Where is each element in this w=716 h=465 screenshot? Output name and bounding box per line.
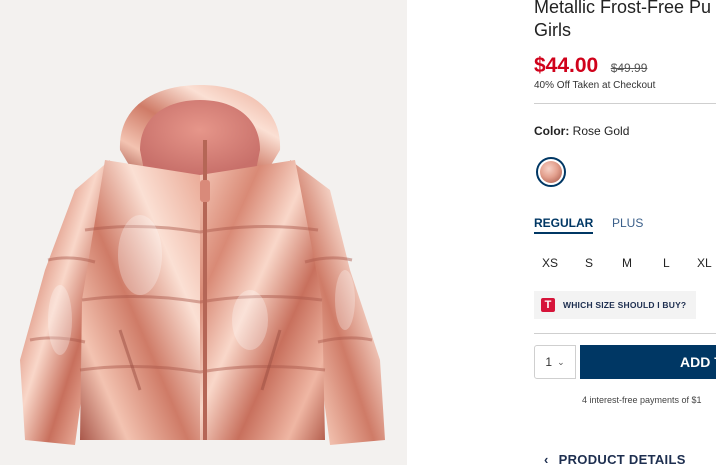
color-label-row: Color: Rose Gold (534, 124, 629, 138)
tab-regular[interactable]: REGULAR (534, 216, 594, 234)
installment-text: 4 interest-free payments of $1 (582, 395, 702, 405)
color-value: Rose Gold (572, 124, 630, 138)
product-details-toggle[interactable]: ‹ PRODUCT DETAILS (544, 452, 686, 465)
product-info: Metallic Frost-Free Pu Girls $44.00 $49.… (534, 0, 716, 465)
quantity-select[interactable]: 1 ⌄ (534, 345, 576, 379)
color-label: Color: (534, 124, 570, 138)
size-guide-button[interactable]: T WHICH SIZE SHOULD I BUY? (534, 291, 696, 319)
divider (534, 103, 716, 104)
promo-text: 40% Off Taken at Checkout (534, 80, 656, 91)
jacket-illustration (0, 0, 407, 465)
product-details-label: PRODUCT DETAILS (558, 452, 686, 465)
product-title: Metallic Frost-Free Pu Girls (534, 0, 716, 42)
quantity-value: 1 (545, 355, 553, 369)
sale-price: $44.00 (534, 54, 599, 77)
tab-plus[interactable]: PLUS (612, 216, 643, 230)
product-title-line2: Girls (534, 20, 571, 40)
size-option-xs[interactable]: XS (542, 256, 558, 270)
size-option-xl[interactable]: XL (697, 256, 712, 270)
price-row: $44.00 $49.99 (534, 54, 647, 78)
size-option-l[interactable]: L (663, 256, 670, 270)
chevron-down-icon: ⌄ (557, 356, 565, 367)
product-image[interactable] (0, 0, 407, 465)
add-to-bag-button[interactable]: ADD T (580, 345, 716, 379)
rose-gold-swatch-icon (540, 161, 562, 183)
color-swatch-rose-gold[interactable] (536, 157, 566, 187)
size-guide-label: WHICH SIZE SHOULD I BUY? (563, 300, 687, 310)
product-title-line1: Metallic Frost-Free Pu (534, 0, 712, 17)
size-option-m[interactable]: M (622, 256, 632, 270)
size-option-s[interactable]: S (585, 256, 593, 270)
original-price: $49.99 (610, 61, 648, 75)
divider (534, 333, 716, 334)
chevron-left-icon: ‹ (544, 452, 549, 465)
size-guide-logo-icon: T (541, 298, 555, 312)
